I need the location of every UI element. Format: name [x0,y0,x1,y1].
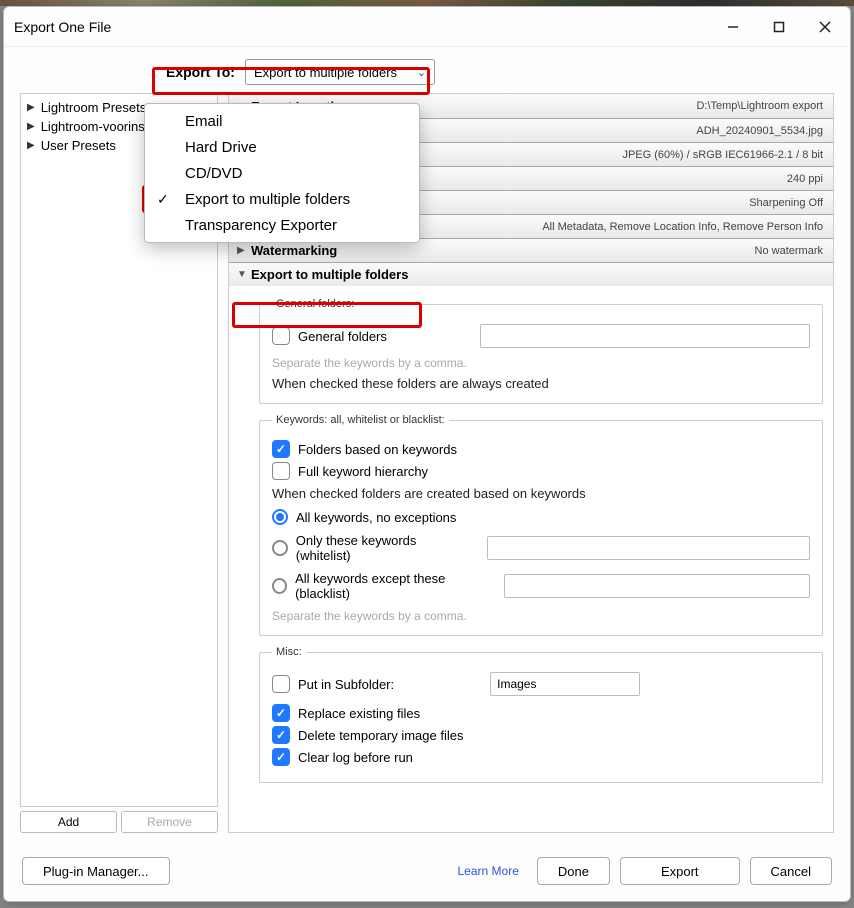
section-summary: Sharpening Off [749,197,823,209]
plugin-manager-button[interactable]: Plug-in Manager... [22,857,170,885]
section-summary: 240 ppi [787,173,823,185]
section-body-export-multiple-folders: General folders: General folders Separat… [229,286,833,807]
dropdown-item-hard-drive[interactable]: Hard Drive [145,134,419,160]
section-summary: ADH_20240901_5534.jpg [696,125,823,137]
replace-files-label: Replace existing files [298,706,420,721]
titlebar: Export One File [4,7,850,47]
radio-blacklist-label: All keywords except these (blacklist) [295,571,488,601]
whitelist-input[interactable] [487,536,810,560]
expand-icon: ▶ [27,102,35,113]
folders-based-checkbox[interactable] [272,440,290,458]
keywords-group: Keywords: all, whitelist or blacklist: F… [259,414,823,636]
remove-preset-button[interactable]: Remove [121,811,218,833]
preset-item-label: User Presets [41,138,116,153]
full-hierarchy-label: Full keyword hierarchy [298,464,428,479]
window-title: Export One File [14,19,710,35]
misc-group: Misc: Put in Subfolder: Replace existing… [259,646,823,783]
clear-log-checkbox[interactable] [272,748,290,766]
keywords-legend: Keywords: all, whitelist or blacklist: [272,414,449,426]
dropdown-item-label: Email [185,113,223,130]
collapse-icon: ▶ [237,245,251,256]
blacklist-input[interactable] [504,574,810,598]
export-button[interactable]: Export [620,857,740,885]
close-button[interactable] [802,11,848,43]
radio-all-keywords[interactable] [272,509,288,525]
dropdown-item-cd-dvd[interactable]: CD/DVD [145,160,419,186]
radio-all-label: All keywords, no exceptions [296,510,456,525]
full-hierarchy-checkbox[interactable] [272,462,290,480]
keywords-note: When checked folders are created based o… [272,486,810,501]
dropdown-item-multiple-folders[interactable]: ✓ Export to multiple folders [145,186,419,212]
content-area: ▶ Lightroom Presets ▶ Lightroom-voorinst… [4,93,850,843]
expand-icon: ▶ [27,140,35,151]
export-to-label: Export To: [166,64,235,80]
check-icon: ✓ [157,191,169,208]
section-name: Export to multiple folders [251,267,408,282]
general-note: When checked these folders are always cr… [272,376,810,391]
dropdown-item-email[interactable]: Email [145,108,419,134]
clear-log-label: Clear log before run [298,750,413,765]
general-folders-checkbox[interactable] [272,327,290,345]
dropdown-item-label: Transparency Exporter [185,217,337,234]
done-button[interactable]: Done [537,857,610,885]
learn-more-link[interactable]: Learn More [458,864,527,878]
radio-whitelist-label: Only these keywords (whitelist) [296,533,471,563]
export-dialog: Export One File Export To: Export to mul… [3,6,851,902]
dropdown-item-label: Hard Drive [185,139,257,156]
export-to-dropdown: Email Hard Drive CD/DVD ✓ Export to mult… [144,103,420,243]
chevron-down-icon: ⌄ [417,66,426,79]
section-summary: JPEG (60%) / sRGB IEC61966-2.1 / 8 bit [622,149,823,161]
radio-blacklist[interactable] [272,578,287,594]
expand-icon: ▶ [27,121,35,132]
section-name: Watermarking [251,243,337,258]
misc-legend: Misc: [272,646,306,658]
preset-buttons: Add Remove [20,811,218,833]
delete-temp-checkbox[interactable] [272,726,290,744]
section-summary: All Metadata, Remove Location Info, Remo… [542,221,823,233]
section-summary: D:\Temp\Lightroom export [696,100,823,112]
general-folders-group: General folders: General folders Separat… [259,298,823,404]
radio-whitelist[interactable] [272,540,288,556]
section-export-multiple-folders[interactable]: ▼ Export to multiple folders [229,262,833,286]
maximize-button[interactable] [756,11,802,43]
export-to-row: Export To: Export to multiple folders ⌄ [4,47,850,93]
minimize-button[interactable] [710,11,756,43]
general-legend: General folders: [272,298,358,310]
section-summary: No watermark [755,245,823,257]
subfolder-label: Put in Subfolder: [298,677,394,692]
dropdown-item-label: Export to multiple folders [185,191,350,208]
dropdown-item-transparency-exporter[interactable]: Transparency Exporter [145,212,419,238]
export-to-selected: Export to multiple folders [254,65,397,80]
cancel-button[interactable]: Cancel [750,857,832,885]
dropdown-item-label: CD/DVD [185,165,243,182]
add-preset-button[interactable]: Add [20,811,117,833]
expand-icon: ▼ [237,269,251,280]
general-folders-input[interactable] [480,324,810,348]
replace-files-checkbox[interactable] [272,704,290,722]
folders-based-label: Folders based on keywords [298,442,457,457]
export-to-combo[interactable]: Export to multiple folders ⌄ [245,59,435,85]
preset-item-label: Lightroom Presets [41,100,147,115]
footer: Plug-in Manager... Learn More Done Expor… [4,843,850,901]
delete-temp-label: Delete temporary image files [298,728,463,743]
keywords-hint: Separate the keywords by a comma. [272,609,810,623]
general-folders-label: General folders [298,329,387,344]
general-hint: Separate the keywords by a comma. [272,356,810,370]
subfolder-input[interactable] [490,672,640,696]
subfolder-checkbox[interactable] [272,675,290,693]
